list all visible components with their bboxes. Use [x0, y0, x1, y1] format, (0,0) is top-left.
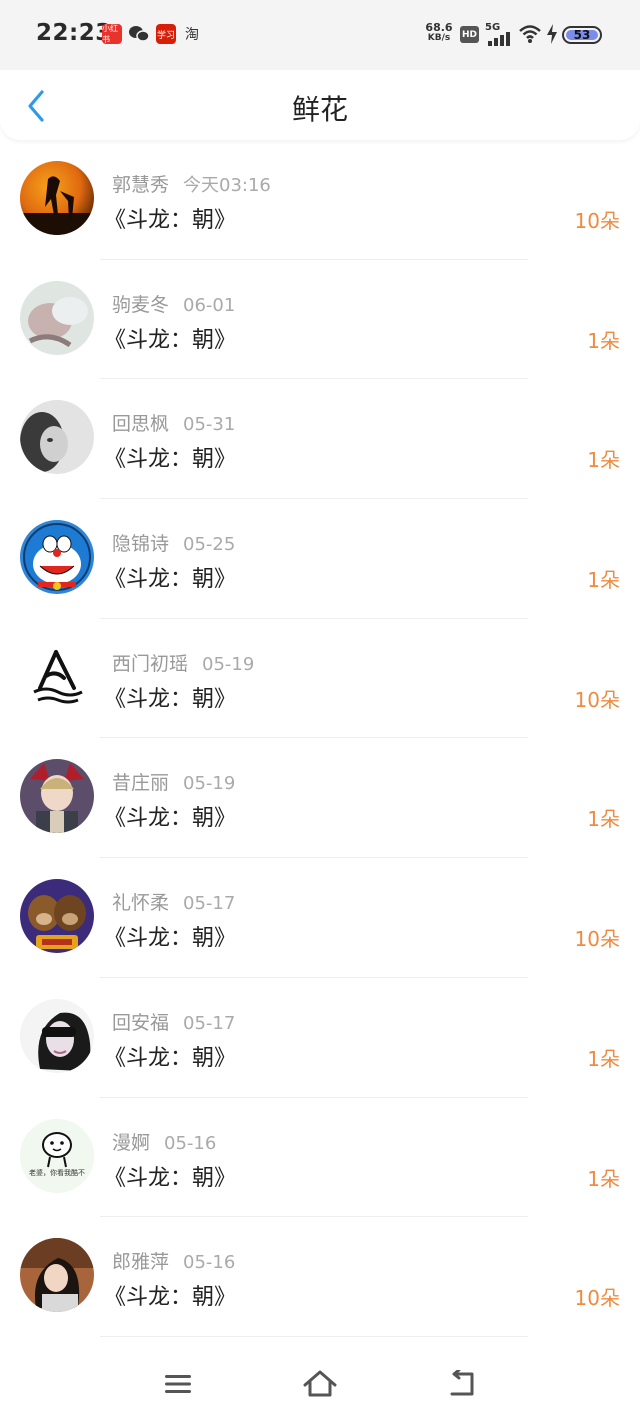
send-date: 06-01	[183, 294, 236, 316]
sender-name-text: 郭慧秀	[112, 174, 170, 196]
avatar	[20, 759, 94, 834]
avatar-caption: 老婆，你看我酷不	[29, 1168, 85, 1177]
sender-name-text: 西门初瑶	[112, 652, 189, 675]
sender-name: 郎雅萍 05-16	[112, 1247, 235, 1274]
sender-name: 回安福 05-17	[112, 1008, 235, 1035]
sender-name-text: 隐锦诗	[112, 533, 170, 556]
book-title: 《斗龙：朝》	[104, 567, 237, 593]
list-item[interactable]: 昔庄丽 05-19 《斗龙：朝》 1朵	[0, 738, 640, 859]
list-item[interactable]: 回思枫 05-31 《斗龙：朝》 1朵	[0, 379, 640, 500]
sender-name-text: 礼怀柔	[112, 892, 170, 915]
header: 鲜花	[0, 70, 640, 140]
xuexi-icon: 学习	[156, 24, 176, 44]
send-date: 05-19	[202, 653, 255, 675]
net-speed-unit: KB/s	[427, 33, 451, 43]
list-item[interactable]: 郎雅萍 05-16 《斗龙：朝》 10朵	[0, 1217, 640, 1337]
flower-list: 郭慧秀 今天03:16 《斗龙：朝》 10朵 驹麦冬 06-01 《斗龙：朝》 1朵…	[0, 140, 640, 1337]
sender-name: 礼怀柔 05-17	[112, 888, 235, 915]
flower-count: 1朵	[587, 807, 620, 832]
sender-name-text: 回安福	[112, 1011, 170, 1034]
menu-icon	[165, 1375, 191, 1393]
sender-name: 郭慧秀 今天03:16	[112, 170, 271, 197]
book-title: 《斗龙：朝》	[104, 1045, 237, 1071]
status-bar: 22:23 小红书 学习 淘 68.6 KB/s HD 5G 53	[0, 0, 640, 70]
list-item[interactable]: 礼怀柔 05-17 《斗龙：朝》 10朵	[0, 858, 640, 978]
book-title: 《斗龙：朝》	[104, 327, 237, 353]
book-title: 《斗龙：朝》	[104, 926, 237, 952]
divider	[100, 1335, 528, 1337]
send-date: 05-17	[183, 1012, 236, 1034]
avatar	[20, 520, 94, 595]
sender-name: 回思枫 05-31	[112, 409, 235, 436]
flower-count: 10朵	[574, 927, 620, 952]
send-date: 05-16	[164, 1132, 217, 1154]
avatar	[20, 998, 94, 1073]
menu-button[interactable]	[158, 1366, 198, 1402]
xiaohongshu-icon: 小红书	[102, 24, 122, 44]
send-date: 05-25	[183, 534, 236, 556]
avatar	[20, 400, 94, 475]
list-item[interactable]: 回安福 05-17 《斗龙：朝》 1朵	[0, 978, 640, 1098]
book-title: 《斗龙：朝》	[104, 806, 237, 832]
book-title: 《斗龙：朝》	[104, 1165, 237, 1191]
list-item[interactable]: 郭慧秀 今天03:16 《斗龙：朝》 10朵	[0, 140, 640, 260]
flower-count: 1朵	[587, 448, 620, 473]
sender-name: 漫婀 05-16	[112, 1128, 216, 1155]
send-date: 05-17	[183, 893, 236, 915]
book-title: 《斗龙：朝》	[104, 447, 237, 473]
sender-name-text: 回思枫	[112, 413, 170, 436]
page-title: 鲜花	[291, 93, 348, 126]
sender-name: 驹麦冬 06-01	[112, 290, 235, 317]
back-icon	[450, 1370, 474, 1396]
sender-name: 西门初瑶 05-19	[112, 649, 254, 676]
send-date: 05-16	[183, 1252, 236, 1274]
net-speed-value: 68.6	[425, 21, 453, 34]
list-item[interactable]: 西门初瑶 05-19 《斗龙：朝》 10朵	[0, 619, 640, 739]
list-item[interactable]: 老婆，你看我酷不 漫婀 05-16 《斗龙：朝》 1朵	[0, 1098, 640, 1218]
return-button[interactable]	[442, 1366, 482, 1402]
avatar	[20, 639, 94, 714]
home-icon	[303, 1370, 337, 1397]
list-item[interactable]: 驹麦冬 06-01 《斗龙：朝》 1朵	[0, 260, 640, 380]
sender-name: 昔庄丽 05-19	[112, 768, 235, 795]
book-title: 《斗龙：朝》	[104, 208, 237, 233]
send-date: 05-19	[183, 773, 236, 795]
signal-icon	[488, 32, 510, 46]
avatar	[20, 161, 94, 235]
flower-count: 10朵	[574, 1286, 620, 1311]
sender-name-text: 驹麦冬	[112, 293, 170, 316]
flower-count: 10朵	[574, 209, 620, 233]
net-speed: 68.6 KB/s	[424, 22, 454, 44]
avatar	[20, 879, 94, 954]
book-title: 《斗龙：朝》	[104, 1285, 237, 1311]
wifi-icon	[519, 25, 541, 43]
send-date: 今天03:16	[183, 175, 271, 196]
hd-badge: HD	[460, 26, 479, 43]
avatar	[20, 280, 94, 355]
flower-count: 1朵	[587, 328, 620, 353]
send-date: 05-31	[183, 414, 236, 436]
home-button[interactable]	[300, 1366, 340, 1402]
battery-icon: 53	[562, 26, 602, 44]
sender-name-text: 漫婀	[112, 1131, 151, 1154]
taobao-icon: 淘	[185, 27, 199, 43]
avatar: 老婆，你看我酷不	[20, 1118, 94, 1193]
status-time: 22:23	[36, 20, 112, 46]
avatar	[20, 1238, 94, 1313]
flower-count: 10朵	[574, 687, 620, 712]
system-nav-bar	[0, 1340, 640, 1422]
book-title: 《斗龙：朝》	[104, 686, 237, 712]
wechat-icon	[128, 24, 150, 44]
flower-count: 1朵	[587, 568, 620, 593]
sender-name: 隐锦诗 05-25	[112, 529, 235, 556]
charging-icon	[547, 24, 557, 44]
list-item[interactable]: 隐锦诗 05-25 《斗龙：朝》 1朵	[0, 499, 640, 619]
sender-name-text: 昔庄丽	[112, 772, 170, 795]
sender-name-text: 郎雅萍	[112, 1251, 170, 1274]
battery-level: 53	[566, 28, 598, 42]
flower-count: 1朵	[587, 1166, 620, 1191]
flower-count: 1朵	[587, 1046, 620, 1071]
